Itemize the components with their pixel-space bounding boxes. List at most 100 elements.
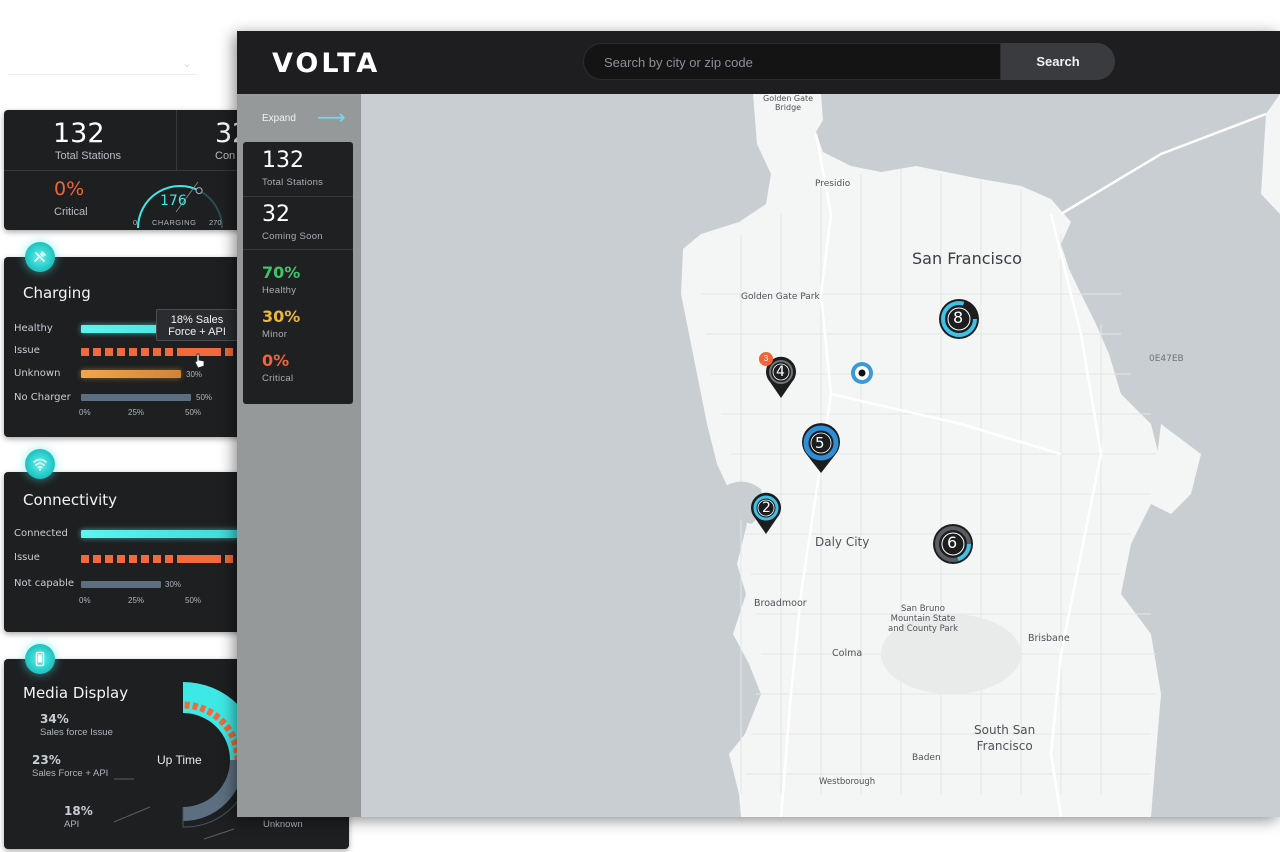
bar-tooltip: 18% Sales Force + API: [156, 309, 238, 341]
segment-label: Sales Force + API: [32, 768, 109, 779]
media-title: Media Display: [23, 684, 129, 702]
stat-label-total: Total Stations: [262, 177, 324, 188]
stat-value-minor: 30%: [262, 307, 301, 326]
plug-off-icon: [34, 251, 46, 262]
segment-label: Sales force Issue: [40, 727, 113, 738]
segment-pct: 23%: [32, 753, 61, 767]
gauge-value: 176: [160, 193, 187, 209]
stat-value-coming: 32: [262, 202, 290, 227]
stats-panel: 132 Total Stations 32 Coming Soon 70% He…: [243, 142, 353, 404]
charging-badge: [25, 242, 55, 272]
map-label: Golden Gate Park: [741, 292, 820, 302]
stat-value-healthy: 70%: [262, 263, 301, 282]
bar-issue[interactable]: [81, 555, 241, 563]
row-label-no-charger: No Charger: [14, 392, 71, 403]
volta-logo[interactable]: VOLTA: [272, 48, 380, 79]
phone-icon: [35, 651, 45, 667]
axis-tick: 0%: [79, 596, 91, 605]
row-label-not-capable: Not capable: [14, 578, 75, 589]
unknown-label: Unknown: [263, 819, 303, 830]
wifi-icon: [33, 458, 47, 471]
map-label: Colma: [832, 648, 863, 659]
arrow-right-icon[interactable]: ⟶: [317, 105, 346, 130]
bar-issue-highlight[interactable]: [182, 555, 214, 563]
map-view[interactable]: Golden Gate Bridge Presidio San Francisc…: [361, 94, 1280, 817]
donut-center-label: Up Time: [157, 753, 202, 767]
map-label: 0E47EB: [1149, 354, 1184, 364]
stat-label-coming: Coming Soon: [262, 231, 323, 242]
gauge-min: 0: [133, 218, 138, 227]
cluster-count: 8: [953, 308, 964, 327]
land-shape: [681, 94, 1161, 817]
critical-value: 0%: [54, 178, 85, 200]
bar-connected[interactable]: [81, 530, 241, 538]
leader-line: [203, 828, 235, 840]
connectivity-badge: [25, 449, 55, 479]
side-panel: Expand ⟶ 132 Total Stations 32 Coming So…: [237, 94, 361, 817]
bar-not-capable[interactable]: [81, 581, 161, 588]
media-badge: [25, 644, 55, 674]
gauge-knob: [195, 187, 203, 195]
row-label-issue: Issue: [14, 552, 40, 563]
charging-title: Charging: [23, 284, 91, 302]
background-chevron-down-icon: ⌄: [182, 56, 193, 70]
stat-divider: [243, 249, 353, 250]
map-label: South San Francisco: [974, 723, 1036, 753]
pin-count: 5: [815, 434, 825, 452]
row-label-unknown: Unknown: [14, 368, 61, 379]
connectivity-title: Connectivity: [23, 491, 117, 509]
stat-label-critical: Critical: [262, 373, 294, 384]
pin-alert-badge: 3: [759, 352, 773, 366]
expand-label[interactable]: Expand: [262, 113, 296, 124]
axis-tick: 50%: [185, 408, 202, 417]
search-placeholder: Search by city or zip code: [604, 55, 753, 70]
axis-tick: 0%: [79, 408, 91, 417]
pin-count: 2: [762, 500, 771, 516]
axis-tick: 50%: [185, 596, 202, 605]
pin-count: 4: [776, 364, 785, 380]
coming-soon-label: Con: [215, 150, 236, 162]
bar-issue[interactable]: [81, 348, 241, 356]
segment-label: API: [64, 819, 80, 830]
segment-pct: 34%: [40, 712, 69, 726]
bar-unknown-pct: 30%: [186, 370, 203, 379]
bar-no-charger-pct: 50%: [196, 393, 213, 402]
row-label-issue: Issue: [14, 345, 40, 356]
map-label: Broadmoor: [754, 598, 807, 609]
row-label-connected: Connected: [14, 528, 68, 539]
map-label: Golden Gate Bridge: [763, 94, 814, 112]
axis-tick: 25%: [128, 596, 145, 605]
map-label: Daly City: [815, 535, 870, 549]
leader-line: [114, 806, 151, 823]
stat-value-total: 132: [262, 148, 304, 173]
stat-label-minor: Minor: [262, 329, 288, 340]
stat-label-healthy: Healthy: [262, 285, 297, 296]
gauge-max: 270: [209, 218, 222, 227]
land-shape: [1151, 424, 1201, 514]
bar-not-capable-pct: 30%: [165, 580, 182, 589]
land-shape: [1261, 94, 1280, 214]
map-label: San Francisco: [912, 249, 1022, 268]
card-divider: [176, 110, 177, 170]
bar-no-charger[interactable]: [81, 394, 191, 401]
bar-unknown[interactable]: [81, 370, 181, 378]
search-button[interactable]: Search: [1001, 43, 1115, 80]
row-label-healthy: Healthy: [14, 323, 53, 334]
cursor-hand-icon: [194, 353, 205, 369]
axis-tick: 25%: [128, 408, 145, 417]
map-label: Westborough: [819, 777, 876, 787]
current-location-marker[interactable]: [850, 361, 874, 385]
critical-label: Critical: [54, 206, 88, 218]
segment-pct: 18%: [64, 804, 93, 818]
total-stations-label: Total Stations: [55, 150, 122, 162]
app-window: VOLTA Search by city or zip code Search …: [237, 31, 1280, 817]
gauge-label: CHARGING: [152, 218, 197, 227]
map-label: Baden: [912, 753, 941, 763]
map-label: San Bruno Mountain State and County Park: [888, 604, 959, 634]
top-bar: VOLTA Search by city or zip code Search: [237, 31, 1280, 94]
search-input[interactable]: Search by city or zip code: [583, 43, 1001, 80]
total-stations-value: 132: [53, 118, 105, 149]
map-label: Brisbane: [1028, 633, 1070, 644]
stat-value-critical: 0%: [262, 351, 290, 370]
stat-divider: [243, 196, 353, 197]
